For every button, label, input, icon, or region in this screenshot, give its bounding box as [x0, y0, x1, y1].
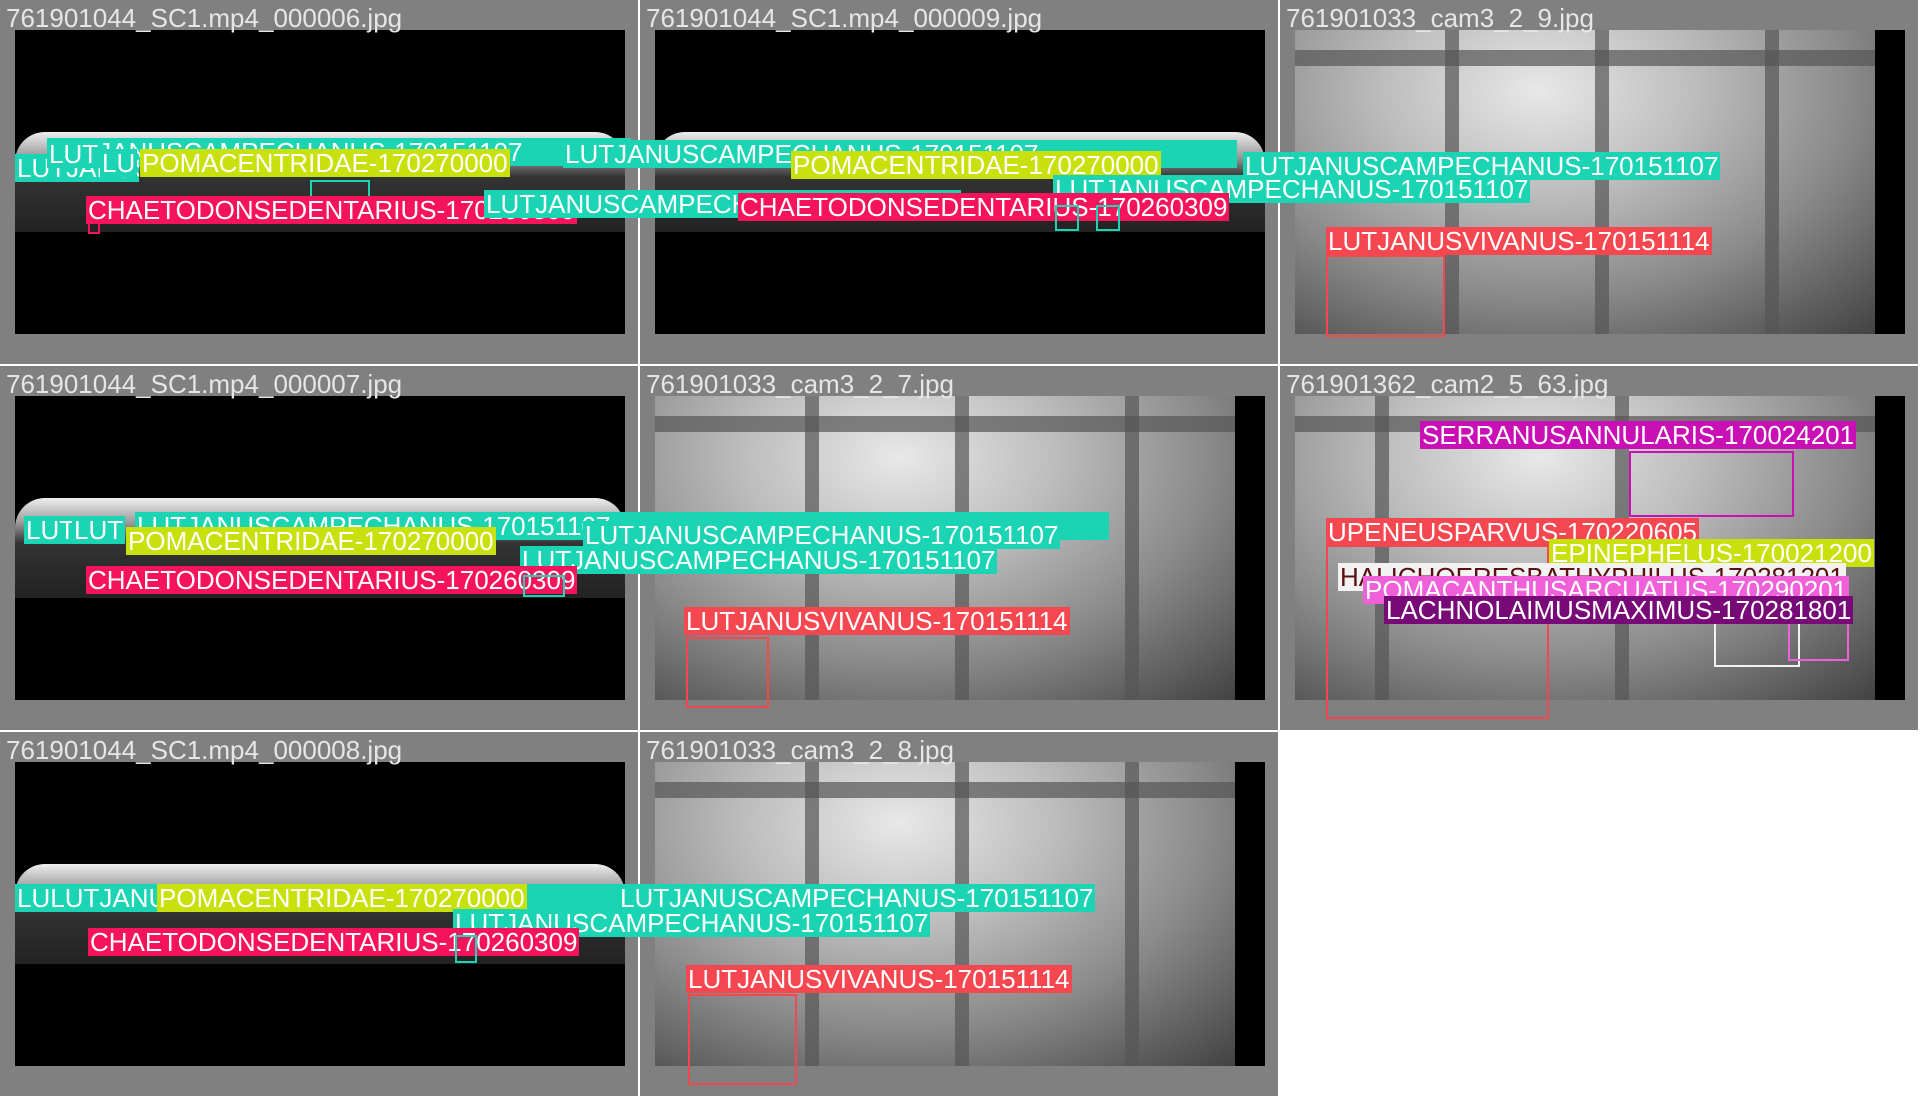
detection-label: CHAETODONSEDENTARIUS-170260309 — [86, 565, 578, 595]
detection-label: LUTJANUSVIVANUS-170151114 — [686, 964, 1072, 994]
image-filename: 761901033_cam3_2_8.jpg — [646, 735, 954, 765]
detection-label: POMACENTRIDAE-170270000 — [126, 526, 496, 556]
bounding-box — [1326, 255, 1445, 337]
image-filename: 761901044_SC1.mp4_000009.jpg — [646, 3, 1043, 33]
image-filename: 761901033_cam3_2_7.jpg — [646, 369, 954, 399]
detection-label: LUT — [24, 515, 78, 545]
detection-label: LUTJANUSVIVANUS-170151114 — [684, 606, 1070, 636]
image-filename: 761901044_SC1.mp4_000008.jpg — [6, 735, 403, 765]
detection-label: SERRANUSANNULARIS-170024201 — [1420, 421, 1857, 449]
bounding-box — [688, 994, 797, 1085]
image-filename: 761901033_cam3_2_9.jpg — [1286, 3, 1594, 33]
detection-label: LU — [100, 148, 138, 178]
bounding-box — [686, 637, 769, 708]
detection-label: LUTJANUSCAMPECHANUS-170151107 — [618, 883, 1096, 913]
bounding-box — [1055, 205, 1079, 231]
detection-label: POMACENTRIDAE-170270000 — [140, 148, 510, 178]
detection-label: LUTJANUSVIVANUS-170151114 — [1326, 226, 1712, 256]
image-filename: 761901362_cam2_5_63.jpg — [1286, 369, 1609, 399]
detection-label: LUT — [47, 139, 101, 169]
bounding-box — [523, 575, 565, 597]
image-filename: 761901044_SC1.mp4_000007.jpg — [6, 369, 403, 399]
detection-label: LUTJANUSCAMPECHANUS-170151107 — [583, 520, 1061, 550]
image-filename: 761901044_SC1.mp4_000006.jpg — [6, 3, 403, 33]
bounding-box — [455, 935, 477, 963]
detection-label: LUTJANUSCAMPECHANUS-170151107 — [1243, 151, 1721, 181]
detection-label: CHAETODONSEDENTARIUS-170260309 — [88, 927, 580, 957]
bounding-box — [1629, 451, 1794, 517]
detection-label: LACHNOLAIMUSMAXIMUS-170281801 — [1384, 596, 1854, 624]
bounding-box — [1096, 205, 1120, 231]
detection-label: LUTJANUSCAMPECHANUS-170151107 — [520, 545, 998, 575]
detection-label: CHAETODONSEDENTARIUS-170260309 — [738, 192, 1230, 222]
detection-label: LUT — [72, 515, 126, 545]
